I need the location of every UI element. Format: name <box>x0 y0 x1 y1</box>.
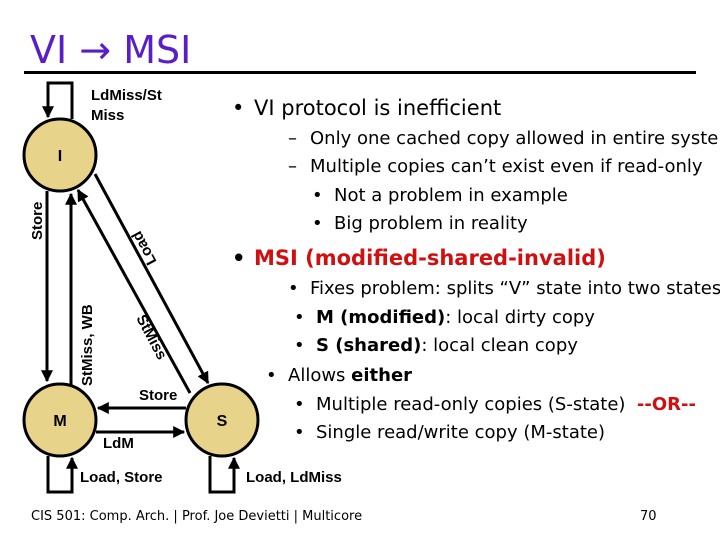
edge-m-self <box>46 456 78 494</box>
bullet-text: : local dirty copy <box>445 307 595 328</box>
bullet-s-shared: • S (shared): local clean copy <box>294 335 578 356</box>
edge-s-self <box>208 456 240 494</box>
bullet-one-copy: – Only one cached copy allowed in entire … <box>288 128 720 149</box>
state-diagram: I M S LdMiss/St Miss Store StMiss, WB Lo… <box>22 81 342 494</box>
bullet-text: : local clean copy <box>421 335 578 356</box>
label-m-self: Load, Store <box>80 469 163 486</box>
bullet-dot: • <box>232 246 246 270</box>
bullet-allows-either: • Allows either <box>266 365 412 386</box>
bullet-text: Multiple read-only copies (S-state) <box>316 394 626 415</box>
bullet-bold: either <box>351 365 413 386</box>
bullet-text: Single read/write copy (M-state) <box>316 422 606 443</box>
bullet-dot: • <box>294 307 305 328</box>
bullet-dot: • <box>312 213 323 234</box>
bullet-dot: • <box>232 96 245 120</box>
bullet-dot: • <box>312 185 323 206</box>
bullet-m-modified: • M (modified): local dirty copy <box>294 307 595 328</box>
bullet-dot: • <box>288 278 299 299</box>
label-i-self-1: LdMiss/St <box>91 87 162 104</box>
bullet-big-problem: • Big problem in reality <box>312 213 528 234</box>
bullet-dot: • <box>294 394 305 415</box>
bullet-dot: • <box>294 335 305 356</box>
bullet-text: Multiple copies can’t exist even if read… <box>310 156 703 177</box>
or-label: --OR-- <box>636 394 696 415</box>
bullet-dash: – <box>288 128 297 149</box>
bullet-bold: S (shared) <box>316 335 422 356</box>
page-number: 70 <box>640 509 657 524</box>
bullet-text: Only one cached copy allowed in entire s… <box>310 128 720 149</box>
bullet-text: MSI (modified-shared-invalid) <box>254 246 606 270</box>
bullet-vi-inefficient: • VI protocol is inefficient <box>232 96 501 120</box>
bullet-fixes-problem: • Fixes problem: splits “V” state into tw… <box>288 278 720 299</box>
bullet-text: Not a problem in example <box>334 185 568 206</box>
footer-text: CIS 501: Comp. Arch. | Prof. Joe Deviett… <box>31 509 363 524</box>
bullet-dot: • <box>294 422 305 443</box>
bullet-text: Allows <box>288 365 352 386</box>
bullet-multiple-readonly: • Multiple read-only copies (S-state) --O… <box>294 394 696 415</box>
bullet-dash: – <box>288 156 297 177</box>
bullet-text: Big problem in reality <box>334 213 528 234</box>
bullet-multiple-copies: – Multiple copies can’t exist even if rea… <box>288 156 703 177</box>
label-s-to-i: StMiss <box>132 312 170 363</box>
bullet-single-readwrite: • Single read/write copy (M-state) <box>294 422 605 443</box>
label-m-to-s: LdM <box>103 435 134 452</box>
label-i-to-m: Store <box>29 202 46 240</box>
edge-i-self <box>42 81 74 119</box>
label-s-to-m: Store <box>139 387 177 404</box>
bullet-bold: M (modified) <box>316 307 446 328</box>
label-i-self-2: Miss <box>91 107 124 124</box>
bullet-text: VI protocol is inefficient <box>254 96 502 120</box>
bullet-not-problem: • Not a problem in example <box>312 185 568 206</box>
bullet-text: Fixes problem: splits “V” state into two… <box>310 278 720 299</box>
state-i-label: I <box>58 148 62 165</box>
state-s-label: S <box>217 413 228 430</box>
label-m-to-i: StMiss, WB <box>79 304 96 386</box>
state-m-label: M <box>53 413 66 430</box>
bullet-msi: • MSI (modified-shared-invalid) <box>232 246 606 270</box>
bullet-dot: • <box>266 365 277 386</box>
label-s-self: Load, LdMiss <box>246 469 342 486</box>
